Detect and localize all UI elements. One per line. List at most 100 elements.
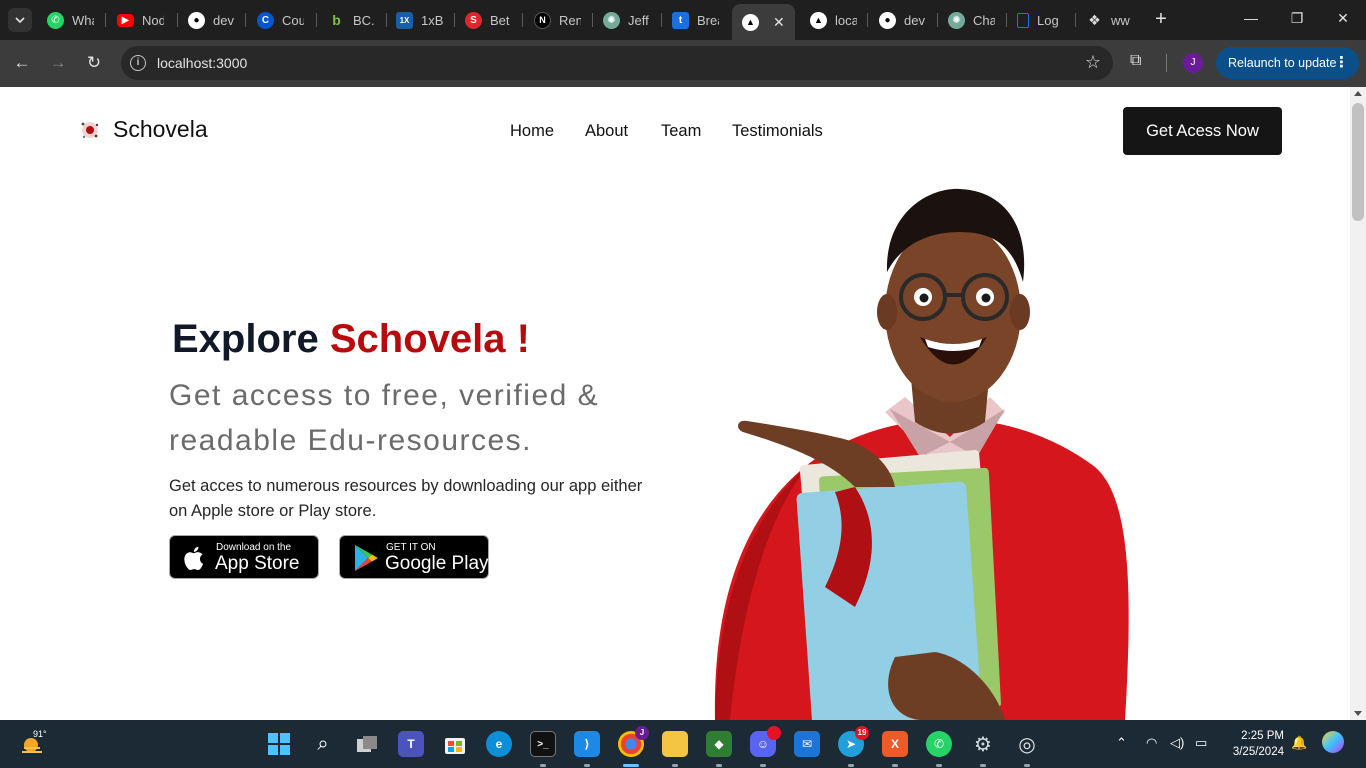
copilot-icon[interactable] bbox=[1322, 731, 1344, 753]
google-play-button[interactable]: GET IT ON Google Play bbox=[339, 535, 489, 579]
tab-chatgpt[interactable]: ✺ Cha bbox=[948, 6, 995, 34]
page-scrollbar[interactable] bbox=[1350, 87, 1366, 720]
app-store-button[interactable]: Download on the App Store bbox=[169, 535, 319, 579]
url-text[interactable]: localhost:3000 bbox=[157, 55, 247, 71]
temperature-text: 91° bbox=[33, 729, 47, 739]
scrollbar-thumb[interactable] bbox=[1352, 103, 1364, 221]
back-button[interactable]: ← bbox=[11, 52, 33, 74]
tab-search-button[interactable] bbox=[8, 8, 32, 32]
bookmark-star-icon[interactable]: ☆ bbox=[1085, 52, 1101, 73]
nextjs-icon: N bbox=[534, 11, 551, 29]
nav-about[interactable]: About bbox=[585, 122, 628, 141]
file-explorer-icon[interactable] bbox=[662, 731, 688, 757]
schovela-logo-icon bbox=[81, 122, 99, 139]
close-tab-icon[interactable]: ✕ bbox=[773, 14, 785, 31]
tab-strip: ✆ Wha ▶ Nod ● dev C Cou b BC.G 1X 1xBe S… bbox=[0, 0, 1366, 40]
tab-log[interactable]: Log bbox=[1017, 6, 1059, 34]
new-tab-button[interactable]: + bbox=[1150, 8, 1172, 30]
whatsapp-taskbar-icon[interactable]: ✆ bbox=[926, 731, 952, 757]
windows-taskbar: 91° ⌕ T e >_ ⟩ J ◆ ☺ ✉ ➤ 19 X ✆ ⚙ ◎ ⌃ ◠ ◁… bbox=[0, 720, 1366, 768]
restore-button[interactable]: ❐ bbox=[1287, 8, 1307, 28]
nav-team[interactable]: Team bbox=[661, 122, 701, 141]
wifi-icon[interactable]: ◠ bbox=[1146, 735, 1157, 751]
teams-icon[interactable]: T bbox=[398, 731, 424, 757]
youtube-icon: ▶ bbox=[117, 13, 134, 27]
minimize-button[interactable]: — bbox=[1241, 8, 1261, 28]
tab-render[interactable]: N Ren bbox=[534, 6, 581, 34]
relaunch-to-update-button[interactable]: Relaunch to update ⋮ bbox=[1216, 47, 1359, 79]
whatsapp-icon: ✆ bbox=[47, 11, 64, 29]
bcgame-icon: b bbox=[332, 12, 341, 28]
git-icon[interactable]: ◆ bbox=[706, 731, 732, 757]
vercel-icon: ▲ bbox=[810, 11, 827, 29]
extensions-puzzle-icon[interactable]: ⧉ bbox=[1130, 52, 1141, 70]
tab-tumblr[interactable]: t Brea bbox=[672, 6, 719, 34]
xampp-icon[interactable]: X bbox=[882, 731, 908, 757]
google-play-icon bbox=[355, 545, 378, 571]
forward-button[interactable]: → bbox=[47, 52, 69, 74]
more-menu-icon[interactable]: ⋮ bbox=[1334, 47, 1349, 79]
reload-button[interactable]: ↻ bbox=[83, 52, 105, 74]
search-icon[interactable]: ⌕ bbox=[310, 731, 336, 757]
betway-icon: S bbox=[465, 11, 482, 29]
chatgpt-icon: ✺ bbox=[948, 11, 965, 29]
tab-whatsapp[interactable]: ✆ Wha bbox=[47, 6, 94, 34]
address-bar[interactable]: i localhost:3000 ☆ bbox=[121, 46, 1113, 80]
page-viewport: Schovela Home About Team Testimonials Ge… bbox=[0, 87, 1350, 720]
apple-icon bbox=[184, 546, 204, 570]
browser-toolbar: ← → ↻ i localhost:3000 ☆ bbox=[0, 40, 1366, 87]
battery-icon[interactable]: ▭ bbox=[1195, 735, 1207, 751]
tab-chatgpt-jeff[interactable]: ✺ Jeff bbox=[603, 6, 650, 34]
system-clock[interactable]: 2:25 PM 3/25/2024 bbox=[1222, 728, 1284, 760]
site-info-icon[interactable]: i bbox=[130, 55, 146, 71]
tumblr-icon: t bbox=[672, 11, 689, 29]
obs-icon[interactable]: ◎ bbox=[1014, 731, 1040, 757]
task-view-icon[interactable] bbox=[354, 731, 380, 757]
nav-home[interactable]: Home bbox=[510, 122, 554, 141]
coursera-icon: C bbox=[257, 11, 274, 29]
tab-coursera[interactable]: C Cou bbox=[257, 6, 304, 34]
profile-avatar[interactable]: J bbox=[1183, 53, 1203, 73]
hero-title: Explore Schovela ! bbox=[172, 317, 530, 361]
github-icon: ● bbox=[188, 11, 205, 29]
mail-icon[interactable]: ✉ bbox=[794, 731, 820, 757]
settings-gear-icon[interactable]: ⚙ bbox=[970, 731, 996, 757]
figma-icon: ❖ bbox=[1088, 11, 1101, 28]
microsoft-store-icon[interactable] bbox=[442, 731, 468, 757]
tab-youtube[interactable]: ▶ Nod bbox=[117, 6, 164, 34]
notification-bell-icon[interactable]: 🔔 bbox=[1291, 735, 1307, 751]
tab-1xbet[interactable]: 1X 1xBe bbox=[396, 6, 443, 34]
tab-localhost[interactable]: ▲ loca bbox=[810, 6, 857, 34]
vscode-icon[interactable]: ⟩ bbox=[574, 731, 600, 757]
tab-figma[interactable]: ❖ ww bbox=[1086, 6, 1133, 34]
1xbet-icon: 1X bbox=[396, 11, 413, 29]
windows-start-icon[interactable] bbox=[266, 731, 292, 757]
tab-active-vercel[interactable]: ▲ ✕ bbox=[732, 4, 795, 40]
document-icon bbox=[1017, 12, 1029, 28]
hero-description: Get acces to numerous resources by downl… bbox=[169, 477, 643, 520]
terminal-icon[interactable]: >_ bbox=[530, 731, 556, 757]
show-hidden-icons-icon[interactable]: ⌃ bbox=[1116, 735, 1127, 751]
chevron-down-icon bbox=[15, 17, 25, 23]
close-window-button[interactable]: ✕ bbox=[1333, 8, 1353, 28]
chatgpt-icon: ✺ bbox=[603, 11, 620, 29]
scroll-down-icon[interactable] bbox=[1354, 711, 1362, 716]
brand-name[interactable]: Schovela bbox=[113, 116, 208, 143]
scroll-up-icon[interactable] bbox=[1354, 91, 1362, 96]
get-access-now-button[interactable]: Get Acess Now bbox=[1123, 107, 1282, 155]
hero-student-image bbox=[714, 188, 1129, 720]
volume-icon[interactable]: ◁) bbox=[1170, 735, 1184, 751]
chrome-icon[interactable]: J bbox=[618, 726, 649, 757]
hero-subtitle: Get access to free, verified & readable … bbox=[169, 379, 600, 457]
telegram-icon[interactable]: ➤ 19 bbox=[838, 726, 869, 757]
hero-title-accent: Schovela ! bbox=[329, 317, 530, 361]
tab-github-dev[interactable]: ● dev bbox=[188, 6, 235, 34]
edge-icon[interactable]: e bbox=[486, 731, 512, 757]
vercel-icon: ▲ bbox=[742, 13, 759, 31]
tab-github-dev-2[interactable]: ● dev bbox=[879, 6, 926, 34]
tab-bcgame[interactable]: b BC.G bbox=[328, 6, 375, 34]
tab-betway[interactable]: S Bet bbox=[465, 6, 512, 34]
nav-testimonials[interactable]: Testimonials bbox=[732, 122, 823, 141]
github-icon: ● bbox=[879, 11, 896, 29]
discord-icon[interactable]: ☺ bbox=[750, 726, 781, 757]
